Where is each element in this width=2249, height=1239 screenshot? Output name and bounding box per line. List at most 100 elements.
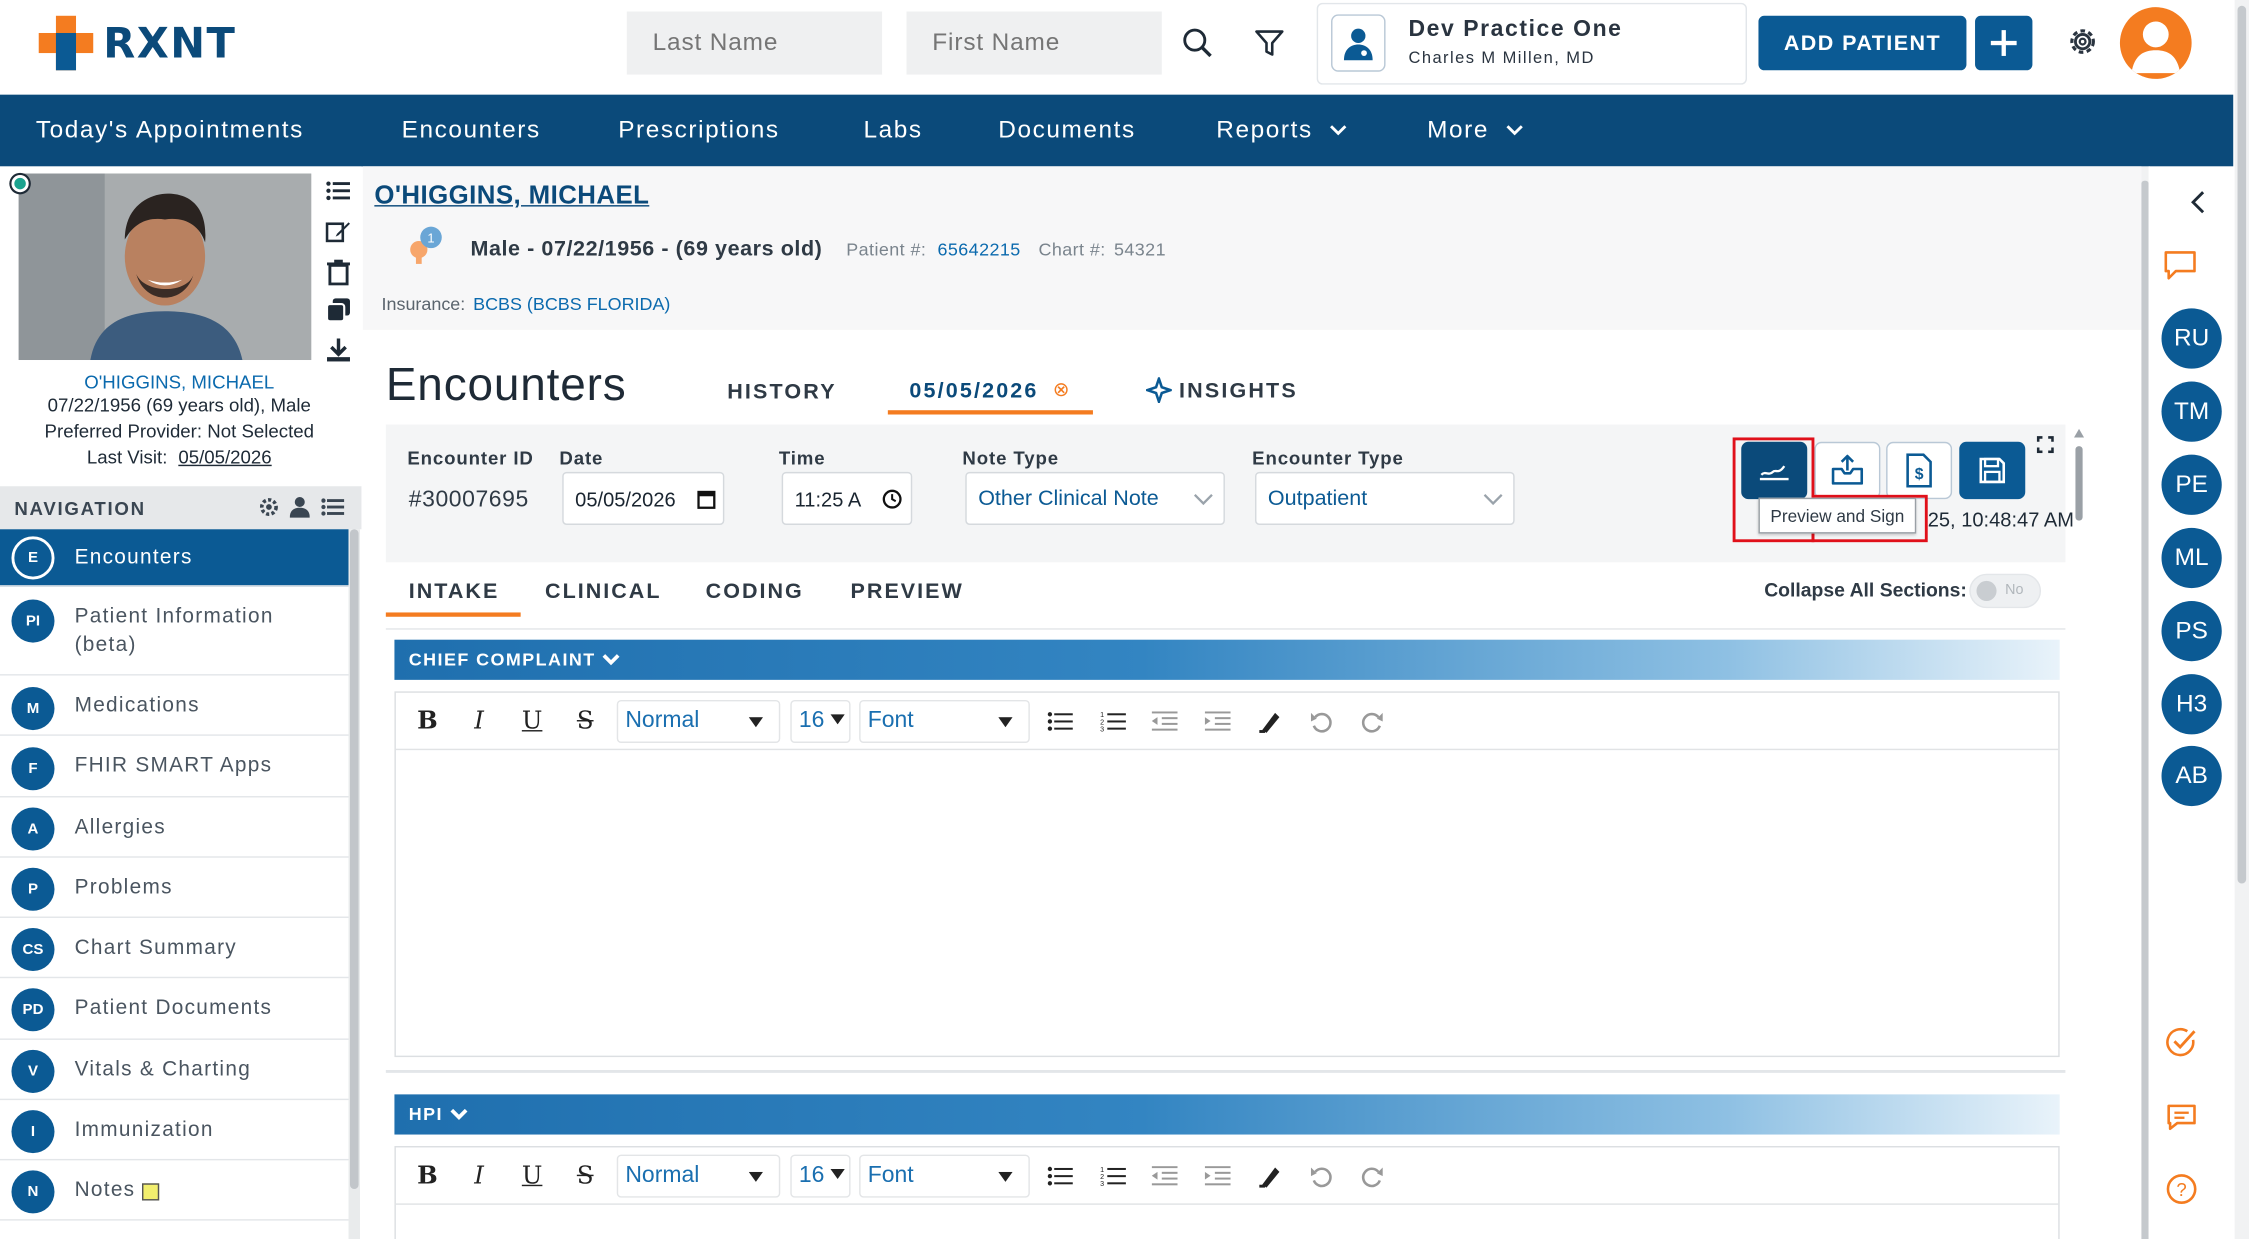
tab-encounter-date[interactable]: 05/05/2026 ⊗ (887, 376, 1093, 415)
undo-icon[interactable] (1310, 1165, 1334, 1189)
indent-icon[interactable] (1204, 1166, 1231, 1186)
underline-button[interactable]: U (518, 1159, 547, 1193)
underline-button[interactable]: U (518, 704, 547, 738)
user-avatar-pe[interactable]: PE (2161, 454, 2222, 515)
nav-item-encounters[interactable]: E Encounters (0, 529, 349, 587)
user-avatar-h3[interactable]: H3 (2161, 674, 2222, 735)
font-size-select[interactable]: 16 (790, 699, 851, 743)
list-icon[interactable] (326, 179, 352, 202)
bulleted-list-icon[interactable] (1047, 1166, 1073, 1186)
note-type-select[interactable]: Other Clinical Note (965, 471, 1225, 525)
encounter-type-select[interactable]: Outpatient (1255, 471, 1515, 525)
nav-more[interactable]: More (1427, 95, 1524, 167)
subtab-preview[interactable]: PREVIEW (851, 579, 964, 603)
nav-item-medications[interactable]: M Medications (0, 676, 349, 736)
time-input[interactable]: 11:25 A (781, 471, 913, 525)
nav-documents[interactable]: Documents (998, 95, 1136, 167)
highlighter-icon[interactable] (1258, 709, 1284, 735)
redo-icon[interactable] (1360, 710, 1384, 734)
calendar-icon[interactable] (697, 489, 716, 509)
add-patient-button[interactable]: ADD PATIENT (1758, 15, 1967, 71)
last-visit-link[interactable]: 05/05/2026 (178, 446, 271, 468)
chat-icon[interactable] (2163, 250, 2197, 282)
main-scrollbar-thumb[interactable] (2141, 180, 2149, 1239)
outdent-icon[interactable] (1151, 711, 1178, 731)
copy-icon[interactable] (325, 297, 352, 323)
list-icon[interactable] (321, 498, 345, 517)
hpi-header[interactable]: HPI (394, 1094, 2060, 1135)
strikethrough-button[interactable]: S (571, 1159, 600, 1193)
message-icon[interactable] (2166, 1103, 2198, 1132)
user-avatar-tm[interactable]: TM (2161, 381, 2222, 442)
last-name-search-input[interactable] (626, 11, 883, 75)
numbered-list-icon[interactable]: 123 (1100, 710, 1126, 733)
nav-prescriptions[interactable]: Prescriptions (618, 95, 779, 167)
page-scrollbar-thumb[interactable] (2237, 5, 2247, 884)
undo-icon[interactable] (1310, 710, 1334, 734)
page-scrollbar[interactable] (2234, 0, 2249, 1239)
bold-button[interactable]: B (413, 1159, 442, 1193)
edit-icon[interactable] (325, 219, 352, 243)
user-avatar[interactable] (2119, 7, 2192, 79)
nav-item-vitals-charting[interactable]: V Vitals & Charting (0, 1040, 349, 1101)
gear-icon[interactable] (2064, 23, 2101, 60)
send-button[interactable] (1814, 441, 1881, 500)
first-name-search-input[interactable] (906, 11, 1162, 75)
practice-selector[interactable]: Dev Practice One Charles M Millen, MD (1316, 2, 1747, 85)
clock-icon[interactable] (882, 489, 902, 509)
patient-card-name[interactable]: O'HIGGINS, MICHAEL (0, 371, 359, 393)
highlighter-icon[interactable] (1258, 1163, 1284, 1189)
insurance-value[interactable]: BCBS (BCBS FLORIDA) (473, 294, 670, 314)
gear-icon[interactable] (258, 496, 280, 518)
bold-button[interactable]: B (413, 704, 442, 738)
trash-icon[interactable] (326, 259, 352, 286)
redo-icon[interactable] (1360, 1165, 1384, 1189)
outdent-icon[interactable] (1151, 1166, 1178, 1186)
nav-encounters[interactable]: Encounters (402, 95, 541, 167)
rxnt-logo[interactable]: RXNT (37, 14, 236, 71)
nav-scrollbar[interactable] (348, 529, 361, 1239)
nav-item-chart-summary[interactable]: CS Chart Summary (0, 918, 349, 979)
download-icon[interactable] (326, 337, 352, 363)
search-icon[interactable] (1179, 24, 1216, 61)
date-input[interactable]: 05/05/2026 (562, 471, 725, 525)
filter-icon[interactable] (1251, 24, 1288, 61)
numbered-list-icon[interactable]: 123 (1100, 1165, 1126, 1188)
strikethrough-button[interactable]: S (571, 704, 600, 738)
user-avatar-ps[interactable]: PS (2161, 600, 2222, 662)
save-button[interactable] (1959, 441, 2026, 500)
tab-insights[interactable]: INSIGHTS (1146, 377, 1298, 404)
chief-complaint-header[interactable]: CHIEF COMPLAINT (394, 639, 2060, 680)
help-icon[interactable]: ? (2166, 1173, 2198, 1205)
hpi-editor[interactable]: B I U S Normal 16 Font 123 (394, 1146, 2060, 1239)
format-select[interactable]: Normal (616, 1154, 781, 1198)
indent-icon[interactable] (1204, 711, 1231, 731)
person-icon[interactable] (289, 496, 310, 518)
task-check-icon[interactable] (2166, 1027, 2198, 1059)
subtab-intake[interactable]: INTAKE (409, 579, 500, 603)
font-family-select[interactable]: Font (859, 1154, 1030, 1198)
form-scrollbar[interactable] (2074, 427, 2085, 525)
close-tab-icon[interactable]: ⊗ (1053, 377, 1070, 401)
patient-header-name[interactable]: O'HIGGINS, MICHAEL (374, 181, 649, 211)
font-size-select[interactable]: 16 (790, 1154, 851, 1198)
user-avatar-ml[interactable]: ML (2161, 527, 2222, 589)
user-avatar-ru[interactable]: RU (2161, 308, 2222, 369)
format-select[interactable]: Normal (616, 699, 781, 743)
tab-history[interactable]: HISTORY (727, 380, 837, 404)
nav-todays-appointments[interactable]: Today's Appointments (36, 95, 304, 167)
nav-item-fhir-smart-apps[interactable]: F FHIR SMART Apps (0, 736, 349, 798)
chief-complaint-editor[interactable]: B I U S Normal 16 Font 123 (394, 691, 2060, 1058)
user-avatar-ab[interactable]: AB (2161, 745, 2222, 807)
nav-item-patient-documents[interactable]: PD Patient Documents (0, 978, 349, 1040)
collapse-all-toggle[interactable]: No (1969, 573, 2042, 609)
chevron-left-icon[interactable] (2190, 191, 2207, 214)
subtab-coding[interactable]: CODING (706, 579, 804, 603)
nav-item-allergies[interactable]: A Allergies (0, 797, 349, 858)
nav-item-immunization[interactable]: I Immunization (0, 1100, 349, 1161)
nav-item-patient-information[interactable]: PI Patient Information (beta) (0, 587, 349, 676)
font-family-select[interactable]: Font (859, 699, 1030, 743)
nav-reports[interactable]: Reports (1216, 95, 1347, 167)
nav-item-problems[interactable]: P Problems (0, 858, 349, 918)
italic-button[interactable]: I (465, 1159, 494, 1193)
